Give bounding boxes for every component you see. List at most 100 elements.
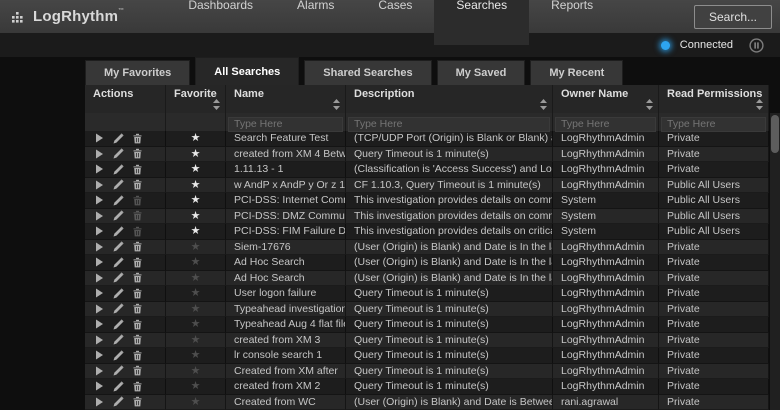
favorite-star-icon[interactable]: ★: [191, 303, 201, 315]
edit-search-button[interactable]: [113, 210, 124, 221]
table-row[interactable]: ★Search Feature Test(TCP/UDP Port (Origi…: [85, 131, 769, 147]
run-search-button[interactable]: [95, 195, 104, 205]
edit-search-button[interactable]: [113, 303, 124, 314]
edit-search-button[interactable]: [113, 350, 124, 361]
run-search-button[interactable]: [95, 366, 104, 376]
delete-search-button[interactable]: [133, 319, 142, 330]
sort-icon[interactable]: [213, 99, 220, 110]
edit-search-button[interactable]: [113, 195, 124, 206]
table-row[interactable]: ★created from XM 3Query Timeout is 1 min…: [85, 333, 769, 349]
favorite-star-icon[interactable]: ★: [191, 396, 201, 408]
run-search-button[interactable]: [95, 319, 104, 329]
table-row[interactable]: ★PCI-DSS: Internet Comm...This investiga…: [85, 193, 769, 209]
delete-search-button[interactable]: [133, 334, 142, 345]
nav-item-reports[interactable]: Reports: [529, 0, 615, 21]
favorite-star-icon[interactable]: ★: [191, 148, 201, 160]
run-search-button[interactable]: [95, 381, 104, 391]
sort-icon[interactable]: [540, 99, 547, 110]
favorite-star-icon[interactable]: ★: [191, 334, 201, 346]
edit-search-button[interactable]: [113, 334, 124, 345]
table-row[interactable]: ★Typeahead Aug 4 flat fileQuery Timeout …: [85, 317, 769, 333]
favorite-star-icon[interactable]: ★: [191, 380, 201, 392]
favorite-star-icon[interactable]: ★: [191, 318, 201, 330]
sort-icon[interactable]: [756, 99, 763, 110]
scrollbar-thumb[interactable]: [771, 115, 779, 153]
edit-search-button[interactable]: [113, 148, 124, 159]
column-header-name[interactable]: Name: [226, 85, 346, 113]
run-search-button[interactable]: [95, 226, 104, 236]
delete-search-button[interactable]: [133, 241, 142, 252]
favorite-star-icon[interactable]: ★: [191, 179, 201, 191]
edit-search-button[interactable]: [113, 164, 124, 175]
table-row[interactable]: ★Created from XM afterQuery Timeout is 1…: [85, 364, 769, 380]
delete-search-button[interactable]: [133, 396, 142, 407]
sort-icon[interactable]: [333, 99, 340, 110]
edit-search-button[interactable]: [113, 365, 124, 376]
favorite-star-icon[interactable]: ★: [191, 194, 201, 206]
nav-item-searches[interactable]: Searches: [434, 0, 529, 45]
pause-updates-button[interactable]: [749, 38, 764, 53]
tab-my-recent[interactable]: My Recent: [530, 60, 623, 85]
delete-search-button[interactable]: [133, 164, 142, 175]
delete-search-button[interactable]: [133, 381, 142, 392]
favorite-star-icon[interactable]: ★: [191, 256, 201, 268]
delete-search-button[interactable]: [133, 257, 142, 268]
table-row[interactable]: ★Ad Hoc Search(User (Origin) is Blank) a…: [85, 271, 769, 287]
table-row[interactable]: ★Ad Hoc Search(User (Origin) is Blank) a…: [85, 255, 769, 271]
edit-search-button[interactable]: [113, 241, 124, 252]
nav-item-alarms[interactable]: Alarms: [275, 0, 356, 21]
filter-input-name[interactable]: [228, 117, 343, 132]
run-search-button[interactable]: [95, 133, 104, 143]
column-header-description[interactable]: Description: [346, 85, 553, 113]
vertical-scrollbar[interactable]: [770, 113, 780, 410]
run-search-button[interactable]: [95, 242, 104, 252]
run-search-button[interactable]: [95, 257, 104, 267]
tab-my-favorites[interactable]: My Favorites: [85, 60, 190, 85]
delete-search-button[interactable]: [133, 350, 142, 361]
favorite-star-icon[interactable]: ★: [191, 349, 201, 361]
favorite-star-icon[interactable]: ★: [191, 272, 201, 284]
delete-search-button[interactable]: [133, 303, 142, 314]
run-search-button[interactable]: [95, 164, 104, 174]
edit-search-button[interactable]: [113, 179, 124, 190]
edit-search-button[interactable]: [113, 272, 124, 283]
run-search-button[interactable]: [95, 304, 104, 314]
table-row[interactable]: ★Typeahead investigation ...Query Timeou…: [85, 302, 769, 318]
nav-item-dashboards[interactable]: Dashboards: [166, 0, 275, 21]
run-search-button[interactable]: [95, 149, 104, 159]
delete-search-button[interactable]: [133, 288, 142, 299]
filter-input-read-permissions[interactable]: [661, 117, 766, 132]
tab-all-searches[interactable]: All Searches: [195, 57, 299, 85]
tab-my-saved[interactable]: My Saved: [437, 60, 526, 85]
edit-search-button[interactable]: [113, 226, 124, 237]
favorite-star-icon[interactable]: ★: [191, 163, 201, 175]
favorite-star-icon[interactable]: ★: [191, 132, 201, 144]
table-row[interactable]: ★1.11.13 - 1(Classification is 'Access S…: [85, 162, 769, 178]
sort-icon[interactable]: [646, 99, 653, 110]
nav-item-cases[interactable]: Cases: [356, 0, 434, 21]
table-row[interactable]: ★Created from WC(User (Origin) is Blank)…: [85, 395, 769, 410]
table-row[interactable]: ★created from XM 4 Betw...Query Timeout …: [85, 147, 769, 163]
table-row[interactable]: ★PCI-DSS: FIM Failure DetailThis investi…: [85, 224, 769, 240]
delete-search-button[interactable]: [133, 365, 142, 376]
table-row[interactable]: ★PCI-DSS: DMZ Communic...This investigat…: [85, 209, 769, 225]
edit-search-button[interactable]: [113, 288, 124, 299]
tab-shared-searches[interactable]: Shared Searches: [304, 60, 431, 85]
edit-search-button[interactable]: [113, 133, 124, 144]
filter-input-description[interactable]: [348, 117, 550, 132]
favorite-star-icon[interactable]: ★: [191, 287, 201, 299]
run-search-button[interactable]: [95, 397, 104, 407]
run-search-button[interactable]: [95, 350, 104, 360]
edit-search-button[interactable]: [113, 396, 124, 407]
filter-input-owner-name[interactable]: [555, 117, 656, 132]
column-header-owner-name[interactable]: Owner Name: [553, 85, 659, 113]
run-search-button[interactable]: [95, 288, 104, 298]
edit-search-button[interactable]: [113, 257, 124, 268]
favorite-star-icon[interactable]: ★: [191, 365, 201, 377]
run-search-button[interactable]: [95, 211, 104, 221]
favorite-star-icon[interactable]: ★: [191, 210, 201, 222]
favorite-star-icon[interactable]: ★: [191, 241, 201, 253]
table-row[interactable]: ★w AndP x AndP y Or z 1.1...CF 1.10.3, Q…: [85, 178, 769, 194]
table-row[interactable]: ★User logon failureQuery Timeout is 1 mi…: [85, 286, 769, 302]
run-search-button[interactable]: [95, 273, 104, 283]
